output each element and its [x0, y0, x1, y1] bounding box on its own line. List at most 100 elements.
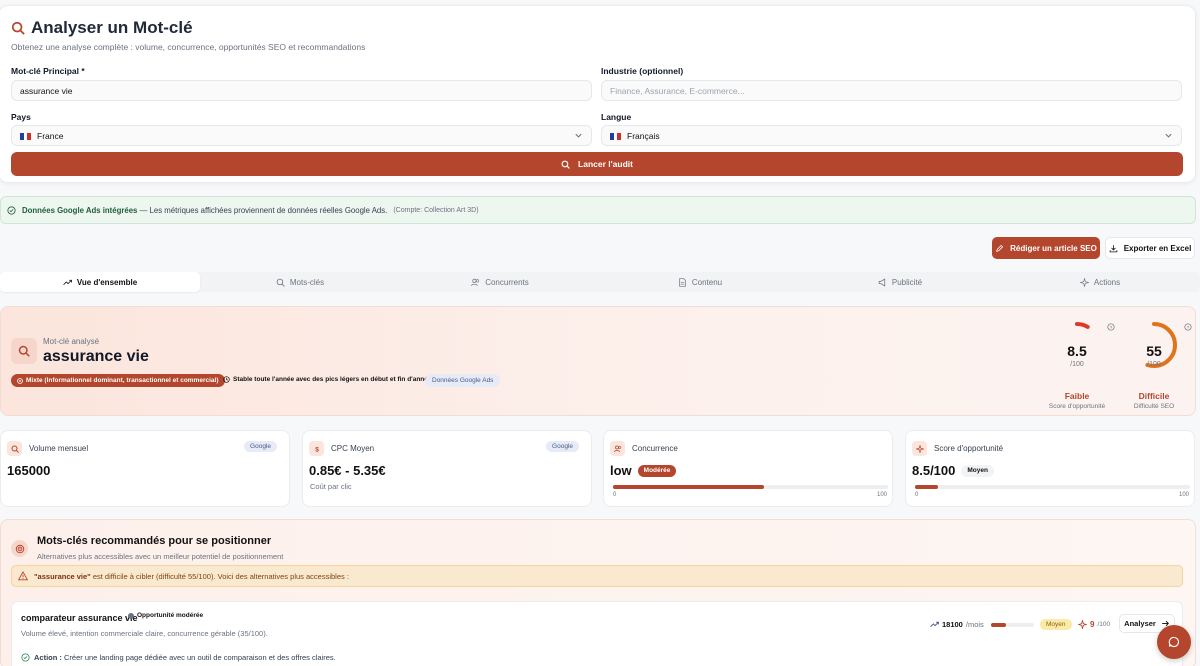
industry-input[interactable]: Finance, Assurance, E-commerce... [601, 80, 1182, 101]
analyzer-title: Analyser un Mot-clé [11, 18, 193, 38]
search-icon [18, 345, 30, 357]
analyzer-card: Analyser un Mot-clé Obtenez une analyse … [0, 5, 1196, 183]
reco-action: Action : Créer une landing page dédiée a… [21, 653, 336, 662]
metric-value: low Modérée [610, 463, 677, 478]
warning-icon [18, 571, 28, 581]
intent-badge: Mixte (Informationnel dominant, transact… [11, 374, 225, 387]
industry-label: Industrie (optionnel) [601, 66, 684, 76]
opportunity-tag: Opportunité modérée [128, 612, 203, 619]
opportunity-caption: Score d'opportunité [1048, 403, 1106, 410]
metric-title: Score d'opportunité [934, 444, 1004, 453]
svg-text:$: $ [315, 446, 319, 453]
help-icon[interactable]: ? [1107, 323, 1115, 331]
sparkle-icon [1078, 620, 1087, 629]
opportunity-value: 8.5 [1067, 343, 1087, 359]
competition-bar [613, 485, 888, 489]
france-flag-icon [20, 132, 32, 140]
export-excel-button[interactable]: Exporter en Excel [1105, 237, 1195, 259]
dollar-icon: $ [315, 446, 319, 453]
recommendations-subtitle: Alternatives plus accessibles avec un me… [37, 552, 284, 561]
country-select[interactable]: France [11, 125, 592, 146]
opportunity-denominator: /100 [1070, 361, 1084, 368]
bar-max-label: 100 [877, 492, 888, 498]
metric-value: 0.85€ - 5.35€ [309, 463, 386, 478]
launch-audit-button[interactable]: Lancer l'audit [11, 152, 1183, 176]
tab-advertising[interactable]: Publicité [800, 272, 1000, 292]
language-select[interactable]: Français [601, 125, 1182, 146]
language-label: Langue [601, 112, 632, 122]
metric-title: Volume mensuel [29, 444, 89, 453]
file-text-icon [679, 277, 686, 287]
chat-button[interactable] [1157, 625, 1191, 659]
chevron-down-icon [1165, 133, 1172, 138]
search-icon [11, 21, 25, 35]
check-circle-icon [21, 653, 30, 662]
warning-text: est difficile à cibler (difficulté 55/10… [90, 571, 349, 581]
reco-difficulty-badge: Moyen [1040, 619, 1072, 630]
tabs: Vue d'ensemble Mots-clés Concurrents Con… [0, 272, 1200, 292]
google-ads-banner: Données Google Ads intégrées — Les métri… [0, 196, 1196, 224]
megaphone-icon [878, 277, 885, 287]
reco-description: Volume élevé, intention commerciale clai… [21, 629, 268, 638]
warning-keyword: "assurance vie" [34, 571, 91, 581]
bar-min-label: 0 [915, 492, 919, 498]
search-icon [561, 160, 570, 169]
monthly-volume-card: Volume mensuel Google 165000 [0, 430, 290, 507]
trending-up-icon [930, 621, 939, 628]
tab-content[interactable]: Contenu [600, 272, 800, 292]
list-item: comparateur assurance vie Opportunité mo… [11, 601, 1183, 666]
sparkle-icon [915, 444, 924, 453]
svg-text:?: ? [1110, 325, 1113, 331]
check-circle-icon [7, 205, 16, 215]
users-icon [471, 278, 480, 286]
country-label: Pays [11, 112, 31, 122]
tab-actions[interactable]: Actions [1000, 272, 1200, 292]
opportunity-level: Faible [1064, 391, 1090, 401]
tab-keywords[interactable]: Mots-clés [200, 272, 400, 292]
recommendations-title: Mots-clés recommandés pour se positionne… [37, 535, 272, 547]
cpc-card: $ CPC Moyen Google 0.85€ - 5.35€ Coût pa… [302, 430, 592, 507]
write-seo-article-button[interactable]: Rédiger un article SEO [992, 237, 1100, 259]
reco-volume: 18100/mois [930, 620, 984, 629]
trending-up-icon [63, 279, 72, 285]
difficulty-value: 55 [1146, 343, 1162, 359]
search-icon [11, 445, 19, 453]
google-ads-data-badge: Données Google Ads [425, 374, 501, 387]
pencil-icon [996, 244, 1004, 252]
keyword-label: Mot-clé Principal * [11, 66, 85, 76]
bar-min-label: 0 [613, 492, 617, 498]
recommendations-section: Mots-clés recommandés pour se positionne… [0, 519, 1196, 666]
analyzed-keyword: assurance vie [43, 348, 149, 365]
svg-text:?: ? [1187, 325, 1190, 331]
reco-keyword: comparateur assurance vie [21, 613, 138, 623]
difficulty-gauge: ? 55 /100 Difficile Difficulté SEO [1116, 313, 1192, 410]
bar-max-label: 100 [1179, 492, 1190, 498]
chevron-down-icon [575, 133, 582, 138]
banner-text: — Les métriques affichées proviennent de… [137, 205, 388, 215]
reco-difficulty-bar [991, 623, 1034, 627]
metric-title: Concurrence [632, 444, 678, 453]
opportunity-gauge: ? 8.5 /100 Faible Score d'opportunité [1039, 313, 1115, 410]
clock-icon [223, 376, 230, 383]
metric-subtitle: Coût par clic [310, 482, 352, 491]
competition-card: Concurrence low Modérée 0 100 [603, 430, 893, 507]
users-icon [613, 445, 621, 452]
france-flag-icon [610, 132, 622, 140]
keyword-input[interactable]: assurance vie [11, 80, 592, 101]
opportunity-bar [915, 485, 1190, 489]
tab-competitors[interactable]: Concurrents [400, 272, 600, 292]
difficulty-caption: Difficulté SEO [1133, 403, 1175, 410]
download-icon [1109, 244, 1117, 252]
metric-value: 8.5/100 Moyen [912, 463, 994, 478]
difficulty-level: Difficile [1138, 391, 1170, 401]
tab-overview[interactable]: Vue d'ensemble [0, 272, 200, 292]
analyzer-subtitle: Obtenez une analyse complète : volume, c… [11, 42, 366, 52]
competition-badge: Modérée [637, 464, 677, 477]
help-icon[interactable]: ? [1184, 323, 1192, 331]
google-tag: Google [546, 441, 579, 452]
target-icon [15, 544, 24, 553]
metric-title: CPC Moyen [331, 444, 375, 453]
chat-icon [1168, 636, 1180, 648]
metric-value: 165000 [7, 463, 51, 478]
opportunity-score-card: Score d'opportunité 8.5/100 Moyen 0 100 [905, 430, 1195, 507]
